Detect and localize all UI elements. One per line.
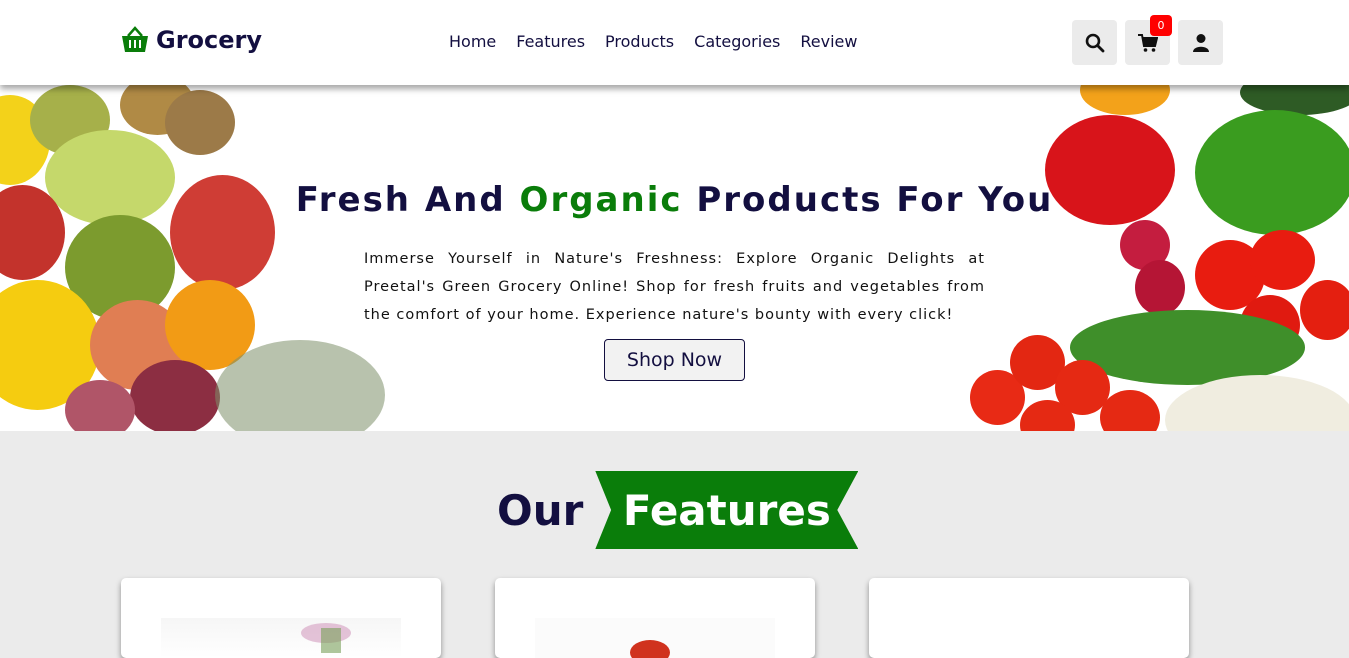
logo[interactable]: Grocery (120, 26, 262, 54)
nav-products[interactable]: Products (605, 32, 674, 51)
feature-card-image (535, 618, 775, 658)
hero-title-highlight: Organic (519, 180, 683, 220)
features-heading: Our Features (497, 471, 859, 549)
main-nav: Home Features Products Categories Review (449, 32, 857, 51)
feature-card-image (161, 618, 401, 658)
header-icons: 0 (1072, 15, 1223, 65)
features-heading-highlight: Features (622, 485, 831, 535)
hero-title: Fresh And Organic Products For You (0, 180, 1349, 220)
cart-button[interactable]: 0 (1125, 15, 1172, 65)
search-icon (1085, 33, 1104, 52)
search-button[interactable] (1072, 20, 1117, 65)
hero-title-after: Products For You (682, 180, 1054, 220)
feature-card (495, 578, 815, 658)
site-header: Grocery Home Features Products Categorie… (0, 0, 1349, 85)
feature-card (869, 578, 1189, 658)
features-heading-plain: Our (497, 485, 584, 535)
user-button[interactable] (1178, 20, 1223, 65)
logo-text: Grocery (156, 26, 263, 54)
hero-title-before: Fresh And (295, 180, 520, 220)
cart-count-badge: 0 (1150, 15, 1172, 36)
features-heading-ribbon: Features (595, 471, 859, 549)
nav-categories[interactable]: Categories (694, 32, 780, 51)
nav-review[interactable]: Review (800, 32, 857, 51)
feature-card-image (909, 618, 1149, 658)
shop-now-button[interactable]: Shop Now (604, 339, 745, 381)
nav-home[interactable]: Home (449, 32, 496, 51)
hero-description: Immerse Yourself in Nature's Freshness: … (364, 251, 985, 323)
user-icon (1192, 33, 1209, 52)
feature-card (121, 578, 441, 658)
basket-icon (122, 26, 148, 52)
hero-banner: Fresh And Organic Products For You Immer… (0, 85, 1349, 431)
nav-features[interactable]: Features (516, 32, 585, 51)
